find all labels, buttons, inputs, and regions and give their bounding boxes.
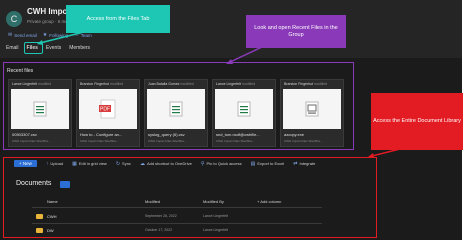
document-library-callout: Access the Entire Document Library xyxy=(371,93,463,150)
sync-label: Sync xyxy=(122,161,131,166)
card-user-note: modified xyxy=(241,82,256,86)
pin-quick-access-button[interactable]: ⚲ Pin to Quick access xyxy=(201,161,242,167)
following-button[interactable]: ★ Following xyxy=(43,32,69,38)
column-name[interactable]: Name xyxy=(47,199,58,204)
csv-file-icon xyxy=(33,101,47,117)
following-label: Following xyxy=(49,32,69,38)
new-button[interactable]: + New xyxy=(14,160,37,167)
export-label: Export to Excel xyxy=(257,161,285,166)
card-user-name: Lance Lingerfelt xyxy=(12,82,37,86)
library-toolbar: + New ↑ Upload ▦ Edit in grid view ↻ Sync ☁… xyxy=(14,160,315,167)
integrate-label: Integrate xyxy=(299,161,316,166)
file-thumbnail xyxy=(283,89,341,129)
tab-events[interactable]: Events xyxy=(46,45,61,51)
csv-file-icon xyxy=(237,101,251,117)
add-shortcut-button[interactable]: ☁ Add shortcut to OneDrive xyxy=(140,161,192,167)
group-avatar[interactable]: C xyxy=(6,11,22,27)
column-modified-by[interactable]: Modified By xyxy=(203,199,224,204)
card-user: Lance Lingerfelt modified xyxy=(12,82,51,86)
card-user-note: modified xyxy=(313,82,328,86)
file-name: azcopy.exe xyxy=(284,132,304,137)
upload-button[interactable]: ↑ Upload xyxy=(46,161,63,167)
folder-modified-by: Lance Lingerfelt xyxy=(203,214,228,218)
file-thumbnail xyxy=(147,89,205,129)
file-thumbnail: PDF xyxy=(79,89,137,129)
svg-text:PDF: PDF xyxy=(100,107,110,113)
edit-grid-button[interactable]: ▦ Edit in grid view xyxy=(72,161,107,167)
file-location: CWH Import Files Site/Sha... xyxy=(80,139,119,143)
pdf-file-icon: PDF xyxy=(99,99,116,119)
folder-icon xyxy=(36,214,43,219)
tab-email[interactable]: Email xyxy=(6,45,19,51)
pin-label: Pin to Quick access xyxy=(206,161,242,166)
file-thumbnail xyxy=(11,89,69,129)
view-switcher[interactable] xyxy=(60,181,70,188)
recent-file-card[interactable]: Brandon Fingerhut modified azcopy.exe CW… xyxy=(280,79,344,147)
file-location: CWH Import Files Site/Sha... xyxy=(148,139,187,143)
file-thumbnail xyxy=(215,89,273,129)
team-label: Team xyxy=(80,32,92,38)
header-divider xyxy=(32,207,322,208)
csv-file-icon xyxy=(169,101,183,117)
document-library-highlight xyxy=(3,157,377,238)
card-user-note: modified xyxy=(180,82,194,86)
column-modified[interactable]: Modified xyxy=(145,199,160,204)
card-user: Juan Batalla Gomez modified xyxy=(148,82,194,86)
recent-files-callout: Look and open Recent Files in the Group xyxy=(246,15,346,48)
add-shortcut-label: Add shortcut to OneDrive xyxy=(146,161,192,166)
folder-modified: September 26, 2022 xyxy=(145,214,177,218)
folder-modified: October 17, 2022 xyxy=(145,228,173,232)
add-column-button[interactable]: + Add column xyxy=(257,199,281,204)
integrate-icon: ⇄ xyxy=(293,160,298,167)
tab-members[interactable]: Members xyxy=(69,45,90,51)
card-user: Lance Lingerfelt modified xyxy=(216,82,255,86)
mail-icon: ✉ xyxy=(8,32,13,38)
follow-icon: ★ xyxy=(42,32,48,38)
upload-label: Upload xyxy=(50,161,64,166)
file-location: CWH Import Files Site/Sha... xyxy=(284,139,323,143)
recent-file-card[interactable]: Lance Lingerfelt modified 00503307.csv C… xyxy=(8,79,72,147)
sync-button[interactable]: ↻ Sync xyxy=(116,161,131,167)
file-location: CWH Import Files Site/Sha... xyxy=(216,139,255,143)
card-user-name: Brandon Fingerhut xyxy=(80,82,109,86)
files-tab-highlight xyxy=(24,42,43,54)
pin-icon: ⚲ xyxy=(200,160,205,167)
row-divider xyxy=(32,223,322,224)
card-user-note: modified xyxy=(37,82,52,86)
upload-icon: ↑ xyxy=(45,160,49,167)
file-location: CWH Import Files Site/Sha... xyxy=(12,139,51,143)
card-user-name: Lance Lingerfelt xyxy=(216,82,241,86)
group-tabs: Email Files Events Members xyxy=(6,45,90,51)
sync-icon: ↻ xyxy=(115,160,121,167)
excel-icon: ▤ xyxy=(250,160,256,167)
integrate-button[interactable]: ⇄ Integrate xyxy=(293,161,315,167)
exe-file-icon xyxy=(305,101,319,117)
card-user-note: modified xyxy=(109,82,124,86)
files-tab-callout: Access from the Files Tab xyxy=(66,5,170,33)
card-user-name: Brandon Fingerhut xyxy=(284,82,313,86)
grid-icon: ▦ xyxy=(72,160,77,167)
folder-name[interactable]: DW xyxy=(47,228,54,233)
card-user-name: Juan Batalla Gomez xyxy=(148,82,180,86)
file-name: How to - Configure an... xyxy=(80,132,123,137)
file-name: syslog_query (6).csv xyxy=(148,132,185,137)
folder-name[interactable]: CWH xyxy=(47,214,57,219)
edit-grid-label: Edit in grid view xyxy=(78,161,107,166)
library-title: Documents xyxy=(16,180,52,187)
send-email-button[interactable]: ✉ Send email xyxy=(8,32,37,38)
file-name: snd_tom.ncdf@cwhfile... xyxy=(216,132,260,137)
recent-file-card[interactable]: Brandon Fingerhut modified PDF How to - … xyxy=(76,79,140,147)
recent-file-card[interactable]: Juan Batalla Gomez modified syslog_query… xyxy=(144,79,208,147)
recent-file-card[interactable]: Lance Lingerfelt modified snd_tom.ncdf@c… xyxy=(212,79,276,147)
file-name: 00503307.csv xyxy=(12,132,37,137)
onedrive-icon: ☁ xyxy=(139,160,145,167)
export-excel-button[interactable]: ▤ Export to Excel xyxy=(251,161,285,167)
card-user: Brandon Fingerhut modified xyxy=(80,82,123,86)
send-email-label: Send email xyxy=(14,32,37,38)
folder-modified-by: Lance Lingerfelt xyxy=(203,228,228,232)
folder-icon xyxy=(36,228,43,233)
card-user: Brandon Fingerhut modified xyxy=(284,82,327,86)
recent-files-heading: Recent files xyxy=(7,68,34,74)
